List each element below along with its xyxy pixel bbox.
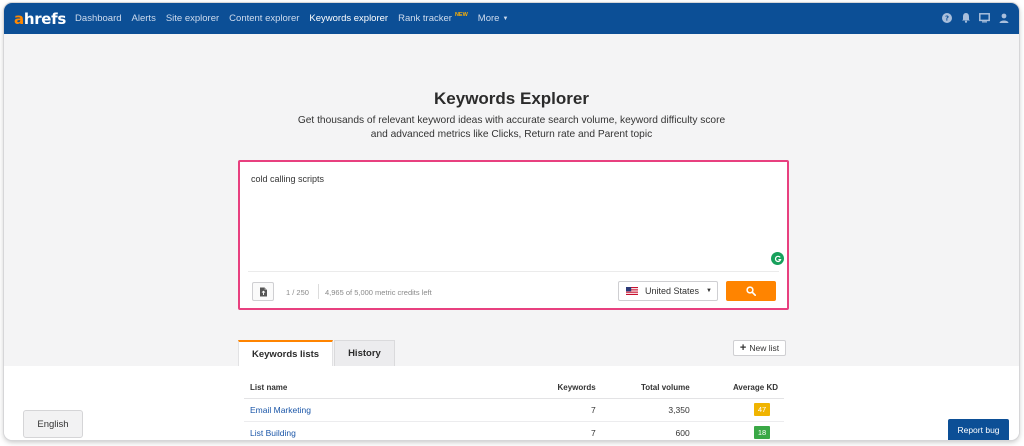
help-icon[interactable]: ? xyxy=(941,12,952,23)
top-navigation: ahrefs Dashboard Alerts Site explorer Co… xyxy=(4,3,1019,34)
upload-file-button[interactable] xyxy=(252,282,274,301)
user-icon[interactable] xyxy=(998,12,1009,23)
list-name-link[interactable]: List Building xyxy=(244,421,524,440)
tab-history[interactable]: History xyxy=(334,340,395,366)
ahrefs-logo[interactable]: ahrefs xyxy=(14,10,66,28)
lists-tabs: Keywords lists History xyxy=(238,340,395,366)
main-content: Keywords Explorer Get thousands of relev… xyxy=(4,34,1019,366)
col-list-name: List name xyxy=(244,378,524,399)
country-select[interactable]: United States ▼ xyxy=(618,281,718,301)
total-volume: 3,350 xyxy=(601,398,696,422)
page-subtitle: Get thousands of relevant keyword ideas … xyxy=(297,115,726,140)
tab-keywords-lists[interactable]: Keywords lists xyxy=(238,340,334,366)
nav-content-explorer[interactable]: Content explorer xyxy=(229,13,299,24)
keyword-counter: 1 / 250 xyxy=(286,288,309,297)
plus-icon: + xyxy=(739,342,747,354)
language-button[interactable]: English xyxy=(23,410,83,438)
svg-text:?: ? xyxy=(944,14,948,22)
table-header-row: List name Keywords Total volume Average … xyxy=(244,378,784,399)
file-icon xyxy=(259,287,267,296)
page-title: Keywords Explorer xyxy=(434,89,589,108)
table-row: Email Marketing 7 3,350 47 xyxy=(244,398,784,422)
kd-badge: 18 xyxy=(754,426,770,439)
nav-alerts[interactable]: Alerts xyxy=(132,13,156,24)
keyword-lists-panel: List name Keywords Total volume Average … xyxy=(4,366,1019,440)
nav-rank-tracker[interactable]: Rank tracker NEW xyxy=(398,11,468,25)
nav-dashboard[interactable]: Dashboard xyxy=(75,13,121,24)
monitor-icon[interactable] xyxy=(979,12,990,23)
keywords-count: 7 xyxy=(524,421,602,440)
table-row: List Building 7 600 18 xyxy=(244,421,784,440)
caret-down-icon: ▼ xyxy=(502,15,509,22)
nav-items: Dashboard Alerts Site explorer Content e… xyxy=(75,11,518,25)
divider xyxy=(318,284,319,299)
bell-icon[interactable] xyxy=(960,12,971,23)
col-average-kd: Average KD xyxy=(695,378,784,399)
divider xyxy=(248,271,779,272)
keywords-count: 7 xyxy=(524,398,602,422)
keyword-search-box: cold calling scripts 1 / 250 4,965 of 5,… xyxy=(238,160,789,310)
credits-left: 4,965 of 5,000 metric credits left xyxy=(325,288,432,297)
total-volume: 600 xyxy=(601,421,696,440)
nav-site-explorer[interactable]: Site explorer xyxy=(166,13,219,24)
nav-more[interactable]: More ▼ xyxy=(478,13,509,24)
report-bug-button[interactable]: Report bug xyxy=(948,419,1009,440)
search-icon xyxy=(746,286,756,296)
caret-down-icon: ▼ xyxy=(706,288,712,294)
nav-icons: ? xyxy=(933,12,1009,23)
keyword-lists-table: List name Keywords Total volume Average … xyxy=(244,378,784,440)
grammarly-icon[interactable] xyxy=(771,252,784,265)
kd-badge: 47 xyxy=(754,403,770,416)
us-flag-icon xyxy=(626,287,638,295)
col-keywords: Keywords xyxy=(524,378,602,399)
keywords-input[interactable]: cold calling scripts xyxy=(251,174,771,264)
list-name-link[interactable]: Email Marketing xyxy=(244,398,524,422)
nav-keywords-explorer[interactable]: Keywords explorer xyxy=(309,13,388,24)
col-total-volume: Total volume xyxy=(601,378,696,399)
new-list-button[interactable]: + New list xyxy=(733,340,786,356)
app-window: ahrefs Dashboard Alerts Site explorer Co… xyxy=(4,3,1019,440)
search-button[interactable] xyxy=(726,281,776,301)
new-badge: NEW xyxy=(454,11,468,18)
